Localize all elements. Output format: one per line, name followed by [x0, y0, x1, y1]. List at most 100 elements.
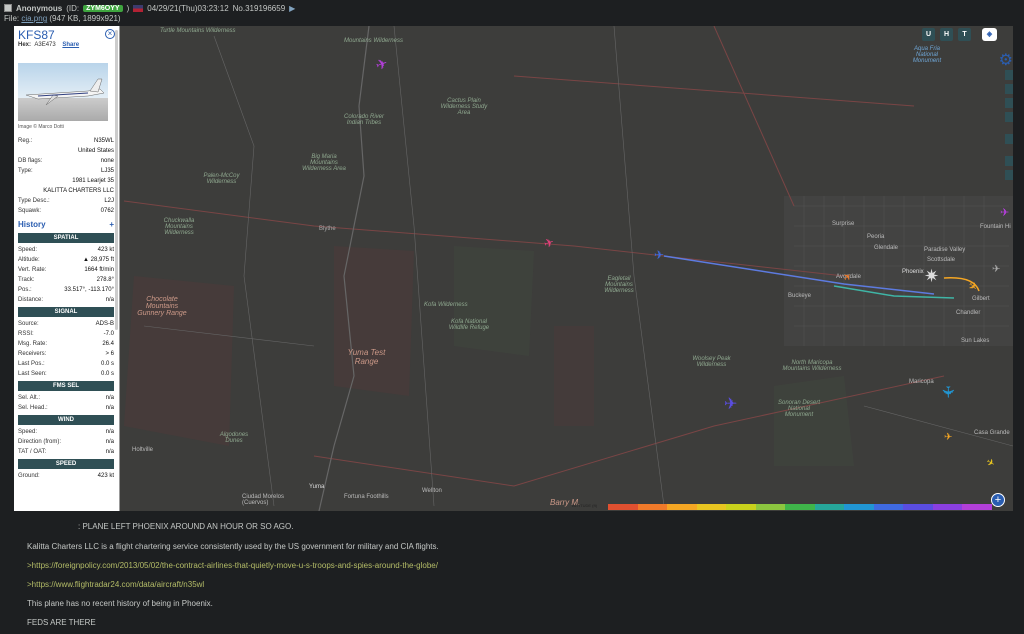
side-button[interactable] [1005, 134, 1013, 144]
plus-icon[interactable]: + [109, 219, 114, 231]
close-icon[interactable]: × [105, 29, 115, 39]
side-button[interactable] [1005, 156, 1013, 166]
spatial-row: Vert. Rate: 1664 ft/min [18, 267, 114, 273]
section-fms: FMS SEL [18, 381, 114, 391]
map-label: Gilbert [972, 296, 990, 302]
altitude-color-swatch [726, 504, 756, 510]
altitude-color-swatch [844, 504, 874, 510]
side-button[interactable] [1005, 112, 1013, 122]
map-label: Casa Grande [974, 430, 1010, 436]
file-info: File: cia.png (947 KB, 1899x921) [4, 14, 121, 23]
speed-row: Ground: 423 kt [18, 473, 114, 479]
map-label: Scottsdale [927, 257, 956, 263]
map-label: Algodones Dunes [219, 432, 249, 444]
post-menu-icon[interactable]: ▶ [289, 4, 295, 13]
map-button-h[interactable]: H [940, 28, 953, 41]
aircraft-icon[interactable]: ✈ [944, 432, 952, 443]
map-label: Maricopa [909, 379, 934, 385]
post-datetime: 04/29/21(Thu)03:23:12 [147, 3, 229, 13]
map-label: Chandler [956, 310, 981, 316]
map-button-t[interactable]: T [958, 28, 971, 41]
comment-line: This plane has no recent history of bein… [27, 599, 213, 608]
comment-quote-link[interactable]: >https://www.flightradar24.com/data/airc… [27, 580, 204, 589]
map-label: Sun Lakes [961, 338, 990, 344]
image-credit: Image © Marco Dotti [18, 124, 64, 130]
poster-name: Anonymous [16, 3, 63, 13]
map-label: Peoria [867, 234, 885, 240]
map-label: Buckeye [788, 293, 812, 299]
side-button[interactable] [1005, 98, 1013, 108]
zoom-in-button[interactable]: + [991, 493, 1005, 507]
history-label: History [18, 220, 46, 229]
map-label: Turtle Mountains Wilderness [160, 28, 236, 34]
section-signal: SIGNAL [18, 307, 114, 317]
post-number[interactable]: No.319196659 [233, 4, 286, 13]
signal-row: Source: ADS-B [18, 321, 114, 327]
signal-row: Last Pos.: 0.0 s [18, 361, 114, 367]
file-link[interactable]: cia.png [21, 14, 47, 23]
selected-aircraft-icon[interactable]: ✈ [654, 248, 664, 262]
map-label: Fountain Hi [980, 224, 1011, 230]
map-label: Ciudad Morelos (Cuervos) [242, 494, 285, 506]
poster-id-suffix: ) [126, 3, 130, 13]
map-label: Chocolate Mountains Gunnery Range [137, 296, 187, 317]
detail-row: Reg.: N35WL [18, 138, 114, 144]
altitude-color-swatch [696, 504, 727, 510]
signal-row: Msg. Rate: 26.4 [18, 341, 114, 347]
altitude-color-swatch [755, 504, 786, 510]
map-label: Holtville [132, 447, 154, 453]
altitude-color-swatch [608, 504, 638, 510]
map-label: Yuma Test Range [347, 348, 386, 366]
aircraft-photo[interactable] [18, 63, 108, 121]
post-checkbox[interactable] [4, 4, 12, 12]
jet-silhouette [25, 78, 105, 106]
side-button[interactable] [1005, 170, 1013, 180]
spatial-row: Altitude: ▲ 28,975 ft [18, 257, 114, 263]
comment-quote-link[interactable]: >https://foreignpolicy.com/2013/05/02/th… [27, 561, 438, 570]
map-label: Chuckwalla Mountains Wilderness [163, 218, 195, 236]
altitude-color-swatch [814, 504, 845, 510]
post-header: Anonymous (ID: ZYM6OYY ) 04/29/21(Thu)03… [4, 3, 295, 13]
aircraft-icon[interactable]: ✈ [724, 394, 737, 414]
aircraft-icon[interactable]: ✈ [992, 264, 1000, 275]
wind-row: TAT / OAT: n/a [18, 449, 114, 455]
layers-icon[interactable]: ◈ [982, 28, 997, 41]
altitude-color-swatch [667, 504, 697, 510]
map-labels: Turtle Mountains Wilderness Mountains Wi… [14, 26, 1013, 511]
section-spatial: SPATIAL [18, 233, 114, 243]
map-label: Kofa Wilderness [424, 302, 468, 308]
side-button[interactable] [1005, 70, 1013, 80]
map-label: Glendale [874, 245, 899, 251]
detail-row: Type: LJ35 [18, 168, 114, 174]
detail-row: 1981 Learjet 35 [72, 178, 114, 184]
map-label: Yuma [309, 484, 325, 490]
file-label: File: [4, 14, 20, 23]
map-image[interactable]: Turtle Mountains Wilderness Mountains Wi… [14, 26, 1013, 511]
map-label: Fortuna Foothills [344, 494, 389, 500]
history-toggle[interactable]: History + [18, 219, 114, 231]
detail-row: Type Desc.: L2J [18, 198, 114, 204]
detail-row: United States [77, 148, 114, 154]
map-label: Wellton [422, 488, 442, 494]
map-label: Colorado River Indian Tribes [343, 114, 385, 126]
altitude-color-swatch [903, 504, 933, 510]
comment-line: : PLANE LEFT PHOENIX AROUND AN HOUR OR S… [78, 522, 294, 531]
panel-scrollbar[interactable] [115, 30, 118, 330]
section-wind: WIND [18, 415, 114, 425]
altitude-color-swatch [962, 504, 992, 510]
settings-gear-icon[interactable]: ⚙ [999, 50, 1013, 70]
aircraft-icon[interactable]: ✈ [1000, 206, 1009, 219]
map-button-u[interactable]: U [922, 28, 935, 41]
poster-id[interactable]: ZYM6OYY [83, 4, 123, 12]
flag-icon [133, 4, 144, 12]
wind-row: Speed: n/a [18, 429, 114, 435]
side-button[interactable] [1005, 84, 1013, 94]
hex-line: Hex: A3E473 Share [18, 42, 79, 48]
aircraft-icon[interactable]: ✈ [938, 385, 958, 398]
aircraft-info-panel: KFS87 × Hex: A3E473 Share Image © Marco … [14, 26, 120, 511]
map-label: North Maricopa Mountains Wilderness [782, 360, 842, 372]
share-link[interactable]: Share [62, 42, 79, 48]
airport-cluster-icon[interactable]: ✷ [924, 266, 939, 287]
map-label: Mountains Wilderness [344, 38, 403, 44]
map-label: Woolsey Peak Wilderness [692, 356, 731, 368]
